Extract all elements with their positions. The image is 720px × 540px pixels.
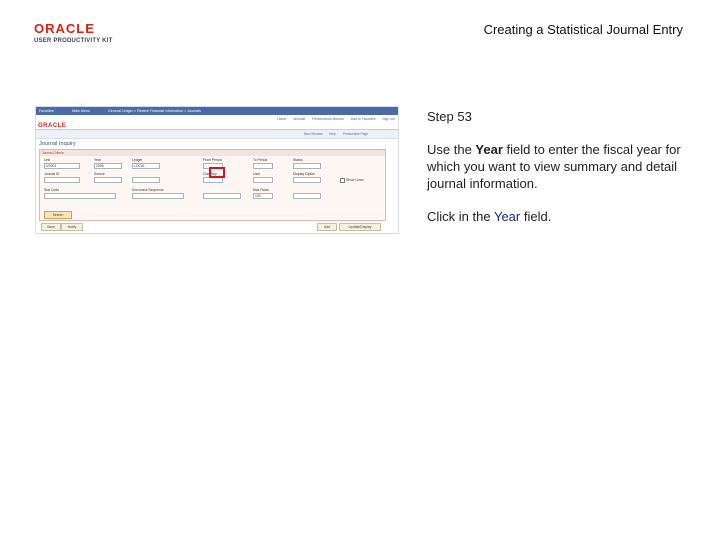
notify-button[interactable]: Notify (61, 223, 83, 231)
panel-title: Journal Criteria (42, 151, 64, 155)
label-document-sequence: Document Sequence (132, 188, 164, 192)
label-year: Year (94, 158, 101, 162)
step-number: Step 53 (427, 109, 472, 124)
action-paragraph: Click in the Year field. (427, 209, 552, 224)
top-links: Home Worklist Performance Monitor Add to… (271, 117, 395, 121)
nav-main-menu[interactable]: Main Menu (72, 109, 90, 113)
ledger-group-input[interactable] (132, 177, 160, 183)
user-input[interactable] (253, 177, 273, 183)
label-max-rows: Max Rows (253, 188, 269, 192)
footer-toolbar: Save Notify Add Update/Display (39, 223, 384, 231)
year-keyword: Year (475, 142, 503, 157)
label-source: Source (94, 172, 105, 176)
label-show-lines: Show Lines (346, 178, 364, 182)
source-input[interactable] (94, 177, 122, 183)
save-button[interactable]: Save (41, 223, 61, 231)
link-sign-out[interactable]: Sign out (383, 117, 395, 121)
menu-bar: Favorites Main Menu General Ledger > Rev… (36, 107, 398, 115)
update-display-button[interactable]: Update/Display (339, 223, 381, 231)
label-to-period: To Period (253, 158, 268, 162)
link-help[interactable]: Help (329, 132, 336, 136)
nav-favorites[interactable]: Favorites (39, 109, 54, 113)
label-user: User (253, 172, 261, 176)
document-sequence-input[interactable] (132, 193, 184, 199)
add-button[interactable]: Add (317, 223, 337, 231)
journal-id-input[interactable] (44, 177, 80, 183)
nav-breadcrumb[interactable]: General Ledger > Review Financial Inform… (108, 109, 201, 113)
label-journal-id: Journal ID (44, 172, 60, 176)
ledger-input[interactable]: LOCAL (132, 163, 160, 169)
show-lines-checkbox[interactable] (340, 178, 345, 183)
label-display-option: Display Option (293, 172, 316, 176)
link-personalize[interactable]: Personalize Page (343, 132, 368, 136)
display-option-select[interactable] (293, 177, 321, 183)
label-unit: Unit (44, 158, 51, 162)
year-input[interactable]: 2005 (94, 163, 122, 169)
logo-subtext: USER PRODUCTIVITY KIT (34, 38, 113, 44)
link-worklist[interactable]: Worklist (293, 117, 305, 121)
mini-oracle-logo: ORACLE (38, 123, 67, 129)
link-home[interactable]: Home (277, 117, 286, 121)
period-range-input[interactable] (203, 193, 241, 199)
link-add-favorites[interactable]: Add to Favorites (351, 117, 376, 121)
search-button[interactable]: Search (44, 211, 72, 219)
to-period-input[interactable] (253, 163, 273, 169)
page-title: Creating a Statistical Journal Entry (483, 22, 683, 37)
instructions-panel: Step 53 Use the Year field to enter the … (427, 108, 697, 241)
panel-header: Journal Criteria (40, 150, 385, 156)
max-rows-input[interactable]: 100 (253, 193, 273, 199)
link-new-window[interactable]: New Window (304, 132, 323, 136)
label-status: Status (293, 158, 303, 162)
oracle-upk-logo: ORACLE USER PRODUCTIVITY KIT (34, 22, 134, 44)
instruction-paragraph: Use the Year field to enter the fiscal y… (427, 142, 681, 191)
page-links-bar: New Window Help Personalize Page (36, 130, 398, 139)
link-performance[interactable]: Performance Monitor (312, 117, 344, 121)
journal-criteria-panel: Journal Criteria Unit Year Ledger From P… (39, 149, 386, 221)
label-stat-code: Stat Code (44, 188, 60, 192)
logo-oracle-text: ORACLE (34, 21, 95, 36)
application-screenshot: Favorites Main Menu General Ledger > Rev… (35, 106, 399, 234)
label-from-period: From Period (203, 158, 222, 162)
year-field-highlight (209, 167, 225, 178)
stat-code-input[interactable] (44, 193, 116, 199)
status-select[interactable] (293, 163, 321, 169)
journal-inquiry-title: Journal Inquiry (39, 141, 76, 147)
year-action-keyword: Year (493, 209, 521, 224)
unit-input[interactable]: US001 (44, 163, 80, 169)
display-option-2-input[interactable] (293, 193, 321, 199)
label-ledger: Ledger (132, 158, 143, 162)
top-header: ORACLE Home Worklist Performance Monitor… (36, 115, 398, 130)
